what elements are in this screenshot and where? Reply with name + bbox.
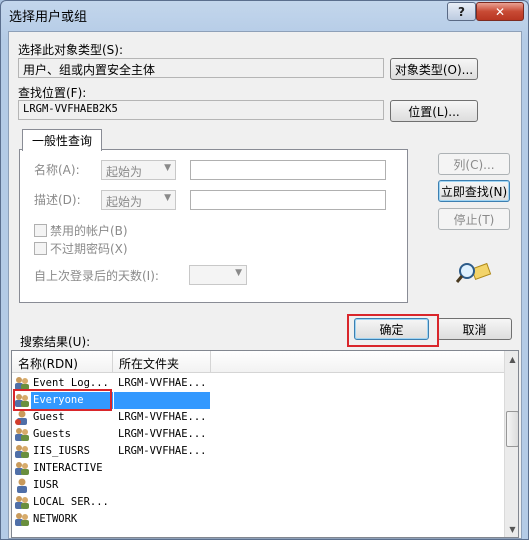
table-row[interactable]: INTERACTIVE bbox=[12, 460, 504, 477]
days-since-login-select[interactable]: ▼ bbox=[189, 265, 247, 285]
columns-button[interactable]: 列(C)... bbox=[438, 153, 510, 175]
row-folder bbox=[114, 511, 210, 528]
name-label: 名称(A): bbox=[34, 163, 80, 177]
column-header-folder[interactable]: 所在文件夹 bbox=[113, 351, 211, 373]
disabled-accounts-label: 禁用的帐户(B) bbox=[50, 224, 128, 238]
object-type-label: 选择此对象类型(S): bbox=[18, 43, 124, 57]
row-folder: LRGM-VVFHAE... bbox=[118, 411, 207, 423]
row-name: IIS_IUSRS bbox=[33, 445, 90, 457]
row-name: LOCAL SER... bbox=[33, 496, 109, 508]
description-label: 描述(D): bbox=[34, 193, 81, 207]
row-name: NETWORK bbox=[33, 513, 78, 525]
row-name: Guests bbox=[33, 428, 71, 440]
cancel-button[interactable]: 取消 bbox=[437, 318, 512, 340]
user-group-icon bbox=[15, 445, 29, 458]
scroll-up-icon[interactable]: ▲ bbox=[505, 351, 518, 367]
window-title: 选择用户或组 bbox=[9, 10, 88, 25]
results-label: 搜索结果(U): bbox=[20, 335, 91, 349]
column-header-name[interactable]: 名称(RDN) bbox=[12, 351, 113, 373]
table-row[interactable]: IIS_IUSRS LRGM-VVFHAE... bbox=[12, 443, 504, 460]
no-expire-password-checkbox[interactable]: 不过期密码(X) bbox=[34, 240, 128, 257]
chevron-down-icon: ▼ bbox=[235, 268, 242, 278]
description-mode-value: 起始为 bbox=[106, 195, 143, 209]
user-group-icon bbox=[15, 496, 29, 509]
row-folder: LRGM-VVFHAE... bbox=[118, 377, 207, 389]
days-since-login-label: 自上次登录后的天数(I): bbox=[34, 269, 159, 283]
row-name: Guest bbox=[33, 411, 65, 423]
tab-general-query[interactable]: 一般性查询 bbox=[22, 129, 102, 151]
name-input[interactable] bbox=[190, 160, 386, 180]
close-button[interactable]: ✕ bbox=[476, 2, 524, 21]
user-icon bbox=[15, 410, 27, 425]
stop-button[interactable]: 停止(T) bbox=[438, 208, 510, 230]
description-mode-select[interactable]: 起始为 ▼ bbox=[101, 190, 176, 210]
general-query-panel: 名称(A): 起始为 ▼ 描述(D): 起始为 ▼ 禁用的帐户(B) 不过期密码… bbox=[19, 149, 408, 303]
scroll-down-icon[interactable]: ▼ bbox=[505, 521, 518, 537]
row-folder: LRGM-VVFHAE... bbox=[118, 445, 207, 457]
row-folder bbox=[114, 460, 210, 477]
help-button[interactable]: ? bbox=[447, 2, 476, 21]
ok-button-highlight bbox=[347, 314, 439, 347]
dialog-client-area: 选择此对象类型(S): 用户、组或内置安全主体 对象类型(O)... 查找位置(… bbox=[8, 31, 522, 539]
location-label: 查找位置(F): bbox=[18, 86, 87, 100]
table-row[interactable]: LOCAL SER... bbox=[12, 494, 504, 511]
row-folder bbox=[114, 392, 210, 409]
chevron-down-icon: ▼ bbox=[164, 163, 171, 173]
row-name: IUSR bbox=[33, 479, 59, 491]
table-row[interactable]: Guest LRGM-VVFHAE... bbox=[12, 409, 504, 426]
everyone-row-highlight bbox=[13, 389, 112, 411]
row-folder bbox=[114, 477, 210, 494]
row-folder: LRGM-VVFHAE... bbox=[118, 428, 207, 440]
checkbox-box bbox=[34, 242, 47, 255]
search-results-list[interactable]: 名称(RDN) 所在文件夹 Event Log... LRGM-VVFHAE..… bbox=[11, 350, 519, 538]
user-group-icon bbox=[15, 513, 29, 526]
checkbox-box bbox=[34, 224, 47, 237]
find-now-button[interactable]: 立即查找(N) bbox=[438, 180, 510, 202]
dialog-window: 选择用户或组 ? ✕ 选择此对象类型(S): 用户、组或内置安全主体 对象类型(… bbox=[0, 0, 529, 540]
user-group-icon bbox=[15, 462, 29, 475]
chevron-down-icon: ▼ bbox=[164, 193, 171, 203]
row-name: INTERACTIVE bbox=[33, 462, 103, 474]
description-input[interactable] bbox=[190, 190, 386, 210]
name-mode-value: 起始为 bbox=[106, 165, 143, 179]
table-row[interactable]: Guests LRGM-VVFHAE... bbox=[12, 426, 504, 443]
results-header: 名称(RDN) 所在文件夹 bbox=[12, 351, 504, 373]
locations-button[interactable]: 位置(L)... bbox=[390, 100, 478, 122]
table-row[interactable]: IUSR bbox=[12, 477, 504, 494]
name-mode-select[interactable]: 起始为 ▼ bbox=[101, 160, 176, 180]
user-group-icon bbox=[15, 428, 29, 441]
disabled-accounts-checkbox[interactable]: 禁用的帐户(B) bbox=[34, 222, 128, 239]
user-icon bbox=[17, 478, 27, 493]
search-icon bbox=[456, 262, 492, 283]
object-type-field: 用户、组或内置安全主体 bbox=[18, 58, 384, 78]
no-expire-password-label: 不过期密码(X) bbox=[50, 242, 128, 256]
location-field: LRGM-VVFHAEB2K5 bbox=[18, 100, 384, 120]
scrollbar-thumb[interactable] bbox=[506, 411, 518, 447]
results-scrollbar[interactable]: ▲ ▼ bbox=[504, 351, 518, 537]
row-folder bbox=[114, 494, 210, 511]
table-row[interactable]: NETWORK bbox=[12, 511, 504, 528]
title-bar[interactable]: 选择用户或组 ? ✕ bbox=[1, 1, 528, 29]
object-types-button[interactable]: 对象类型(O)... bbox=[390, 58, 478, 80]
